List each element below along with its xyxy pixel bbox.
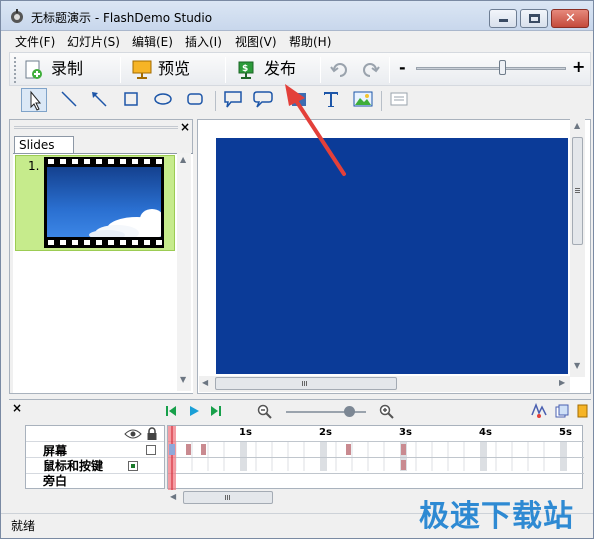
minimize-button[interactable] <box>489 9 517 28</box>
scroll-left-icon[interactable]: ◀ <box>170 492 176 501</box>
menu-insert[interactable]: 插入(I) <box>185 33 222 49</box>
toolbar-separator <box>381 91 382 111</box>
menu-file[interactable]: 文件(F) <box>15 33 55 49</box>
zoom-in-icon[interactable] <box>379 404 395 420</box>
zoom-slider-track[interactable] <box>416 67 566 70</box>
scroll-right-icon[interactable]: ▶ <box>559 378 565 387</box>
ruler-tick-label: 3s <box>399 427 412 438</box>
watermark-logo: 极速下载站 <box>419 499 574 534</box>
slide-thumbnail-image <box>47 167 161 237</box>
copy-frames-icon[interactable] <box>554 403 570 419</box>
maximize-icon <box>529 14 540 23</box>
callout-icon <box>224 91 242 108</box>
rectangle-tool-button[interactable] <box>119 88 145 112</box>
menu-edit[interactable]: 编辑(E) <box>132 33 173 49</box>
menu-slide[interactable]: 幻灯片(S) <box>67 33 120 49</box>
title-bar: 无标题演示 - FlashDemo Studio ✕ <box>1 1 593 31</box>
ruler-tick-label: 5s <box>559 427 572 438</box>
rounded-rectangle-icon <box>187 93 203 105</box>
scroll-down-icon[interactable]: ▼ <box>574 361 580 370</box>
panel-close-icon[interactable]: × <box>180 120 190 134</box>
ruler-tick-label: 2s <box>319 427 332 438</box>
grip-lines-icon <box>575 188 580 189</box>
preview-icon <box>132 60 152 79</box>
menu-help[interactable]: 帮助(H) <box>289 33 331 49</box>
tab-slides[interactable]: Slides <box>14 136 74 154</box>
maximize-button[interactable] <box>520 9 548 28</box>
zoom-out-icon[interactable] <box>257 404 273 420</box>
mouse-layer-checkbox[interactable] <box>128 461 138 471</box>
callout-tool-button[interactable] <box>221 88 247 112</box>
timeline-close-icon[interactable]: × <box>12 401 22 415</box>
slide-number: 1. <box>28 159 40 173</box>
arrow-tool-button[interactable] <box>87 88 113 112</box>
scroll-up-icon[interactable]: ▲ <box>180 155 186 164</box>
status-text: 就绪 <box>11 519 36 533</box>
ellipse-tool-button[interactable] <box>151 88 177 112</box>
panel-grip <box>14 126 178 129</box>
ellipse-icon <box>154 93 172 105</box>
lock-icon[interactable] <box>146 427 158 441</box>
rectangle-icon <box>124 92 138 106</box>
slides-scrollbar[interactable]: ▲ ▼ <box>177 153 191 391</box>
slide-stage[interactable] <box>216 138 568 374</box>
scroll-thumb[interactable] <box>572 137 583 245</box>
toolbar-grip <box>14 57 17 83</box>
audio-settings-icon[interactable] <box>530 403 548 419</box>
export-icon[interactable] <box>576 403 588 419</box>
svg-text:$: $ <box>242 64 248 74</box>
timeline-grid <box>168 426 584 490</box>
minimize-icon <box>499 19 508 22</box>
record-icon <box>25 60 42 79</box>
canvas-horizontal-scrollbar[interactable]: ◀ ▶ <box>199 376 570 392</box>
redo-icon[interactable] <box>360 61 380 79</box>
preview-label: 预览 <box>158 59 191 78</box>
close-button[interactable]: ✕ <box>551 9 589 28</box>
toolbar-separator <box>389 57 390 83</box>
line-icon <box>61 91 77 107</box>
cloud-image <box>89 209 161 237</box>
timeline-zoom-thumb[interactable] <box>344 406 355 417</box>
select-tool-button[interactable] <box>21 88 47 112</box>
toolbar-separator <box>120 57 121 83</box>
rounded-rect-tool-button[interactable] <box>183 88 209 112</box>
ruler-tick-label: 1s <box>239 427 252 438</box>
scroll-left-icon[interactable]: ◀ <box>202 378 208 387</box>
menu-view[interactable]: 视图(V) <box>235 33 277 49</box>
toolbar-separator <box>225 57 226 83</box>
pointer-icon <box>30 90 42 111</box>
checked-mark <box>131 464 135 468</box>
properties-tool-button[interactable] <box>387 88 413 112</box>
screen-layer-checkbox[interactable] <box>146 445 156 455</box>
properties-icon <box>390 92 408 106</box>
layer-narration[interactable]: 旁白 <box>43 472 67 489</box>
window-title: 无标题演示 - FlashDemo Studio <box>31 11 213 25</box>
zoom-in-button[interactable]: + <box>572 57 585 76</box>
zoom-slider-thumb[interactable] <box>498 60 506 75</box>
visibility-eye-icon[interactable] <box>124 428 142 440</box>
go-to-start-icon[interactable] <box>164 404 178 418</box>
line-tool-button[interactable] <box>57 88 83 112</box>
scroll-down-icon[interactable]: ▼ <box>180 375 186 384</box>
zoom-out-button[interactable]: - <box>399 58 406 77</box>
close-icon: ✕ <box>565 11 576 26</box>
app-logo-icon <box>11 9 23 23</box>
grip-lines-icon <box>302 381 303 386</box>
scroll-up-icon[interactable]: ▲ <box>574 121 580 130</box>
grip-lines-icon <box>225 495 226 500</box>
publish-icon: $ <box>238 61 254 79</box>
annotation-arrow-icon <box>285 84 346 176</box>
scroll-thumb[interactable] <box>215 377 397 390</box>
play-icon[interactable] <box>187 404 201 418</box>
canvas-vertical-scrollbar[interactable]: ▲ ▼ <box>570 119 585 377</box>
timeline-tracks[interactable] <box>167 425 584 490</box>
toolbar-separator <box>215 91 216 111</box>
menu-bar: 文件(F) 幻灯片(S) 编辑(E) 插入(I) 视图(V) 帮助(H) <box>1 31 593 51</box>
ruler-tick-label: 4s <box>479 427 492 438</box>
go-to-end-icon[interactable] <box>209 404 223 418</box>
app-window: 无标题演示 - FlashDemo Studio ✕ 文件(F) 幻灯片(S) … <box>0 0 594 539</box>
record-label: 录制 <box>51 59 84 78</box>
arrow-line-icon <box>92 92 107 107</box>
scroll-thumb[interactable] <box>183 491 273 504</box>
